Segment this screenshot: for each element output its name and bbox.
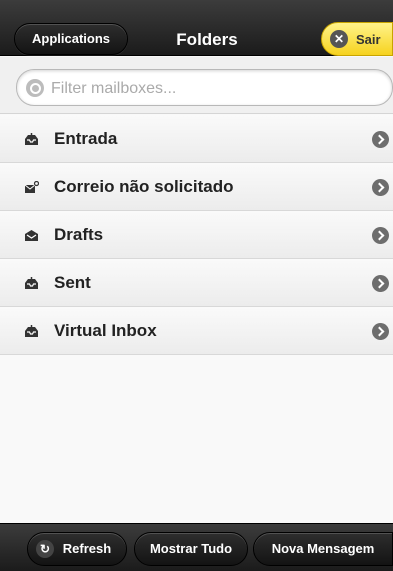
chevron-right-icon [372,227,389,244]
refresh-icon: ↻ [36,540,54,558]
folder-label: Drafts [54,225,104,244]
folder-item-junk[interactable]: Correio não solicitado [0,163,393,211]
applications-button[interactable]: Applications [14,23,128,55]
folder-item-entrada[interactable]: Entrada [0,115,393,163]
footer-toolbar: ↻ Refresh Mostrar Tudo Nova Mensagem [0,523,393,571]
folder-label: Sent [54,273,91,292]
folder-item-virtual-inbox[interactable]: Virtual Inbox [0,307,393,355]
folder-label: Correio não solicitado [54,177,234,196]
folder-list: Entrada Correio não solicitado Drafts Se… [0,115,393,355]
refresh-button[interactable]: ↻ Refresh [27,532,127,566]
chevron-right-icon [372,275,389,292]
drafts-icon [25,230,38,241]
header-bar: Applications Folders ✕ Sair [0,0,393,56]
search-placeholder: Filter mailboxes... [51,80,177,97]
search-bar: Filter mailboxes... [0,57,393,114]
sent-icon [25,277,38,289]
new-message-button[interactable]: Nova Mensagem [253,532,393,566]
page-title: Folders [176,30,238,49]
folder-item-sent[interactable]: Sent [0,259,393,307]
inbox-icon [25,325,38,337]
logout-button[interactable]: ✕ Sair [321,22,393,56]
search-input[interactable]: Filter mailboxes... [16,69,393,106]
folder-label: Entrada [54,129,118,148]
inbox-icon [25,133,38,145]
refresh-label: Refresh [62,541,112,556]
show-all-button[interactable]: Mostrar Tudo [134,532,248,566]
folder-item-drafts[interactable]: Drafts [0,211,393,259]
chevron-right-icon [372,323,389,340]
junk-mail-icon [24,181,39,193]
search-icon [26,79,44,97]
logout-label: Sair [356,32,381,47]
chevron-right-icon [372,179,389,196]
close-icon: ✕ [330,30,348,48]
chevron-right-icon [372,131,389,148]
folder-label: Virtual Inbox [54,321,157,340]
